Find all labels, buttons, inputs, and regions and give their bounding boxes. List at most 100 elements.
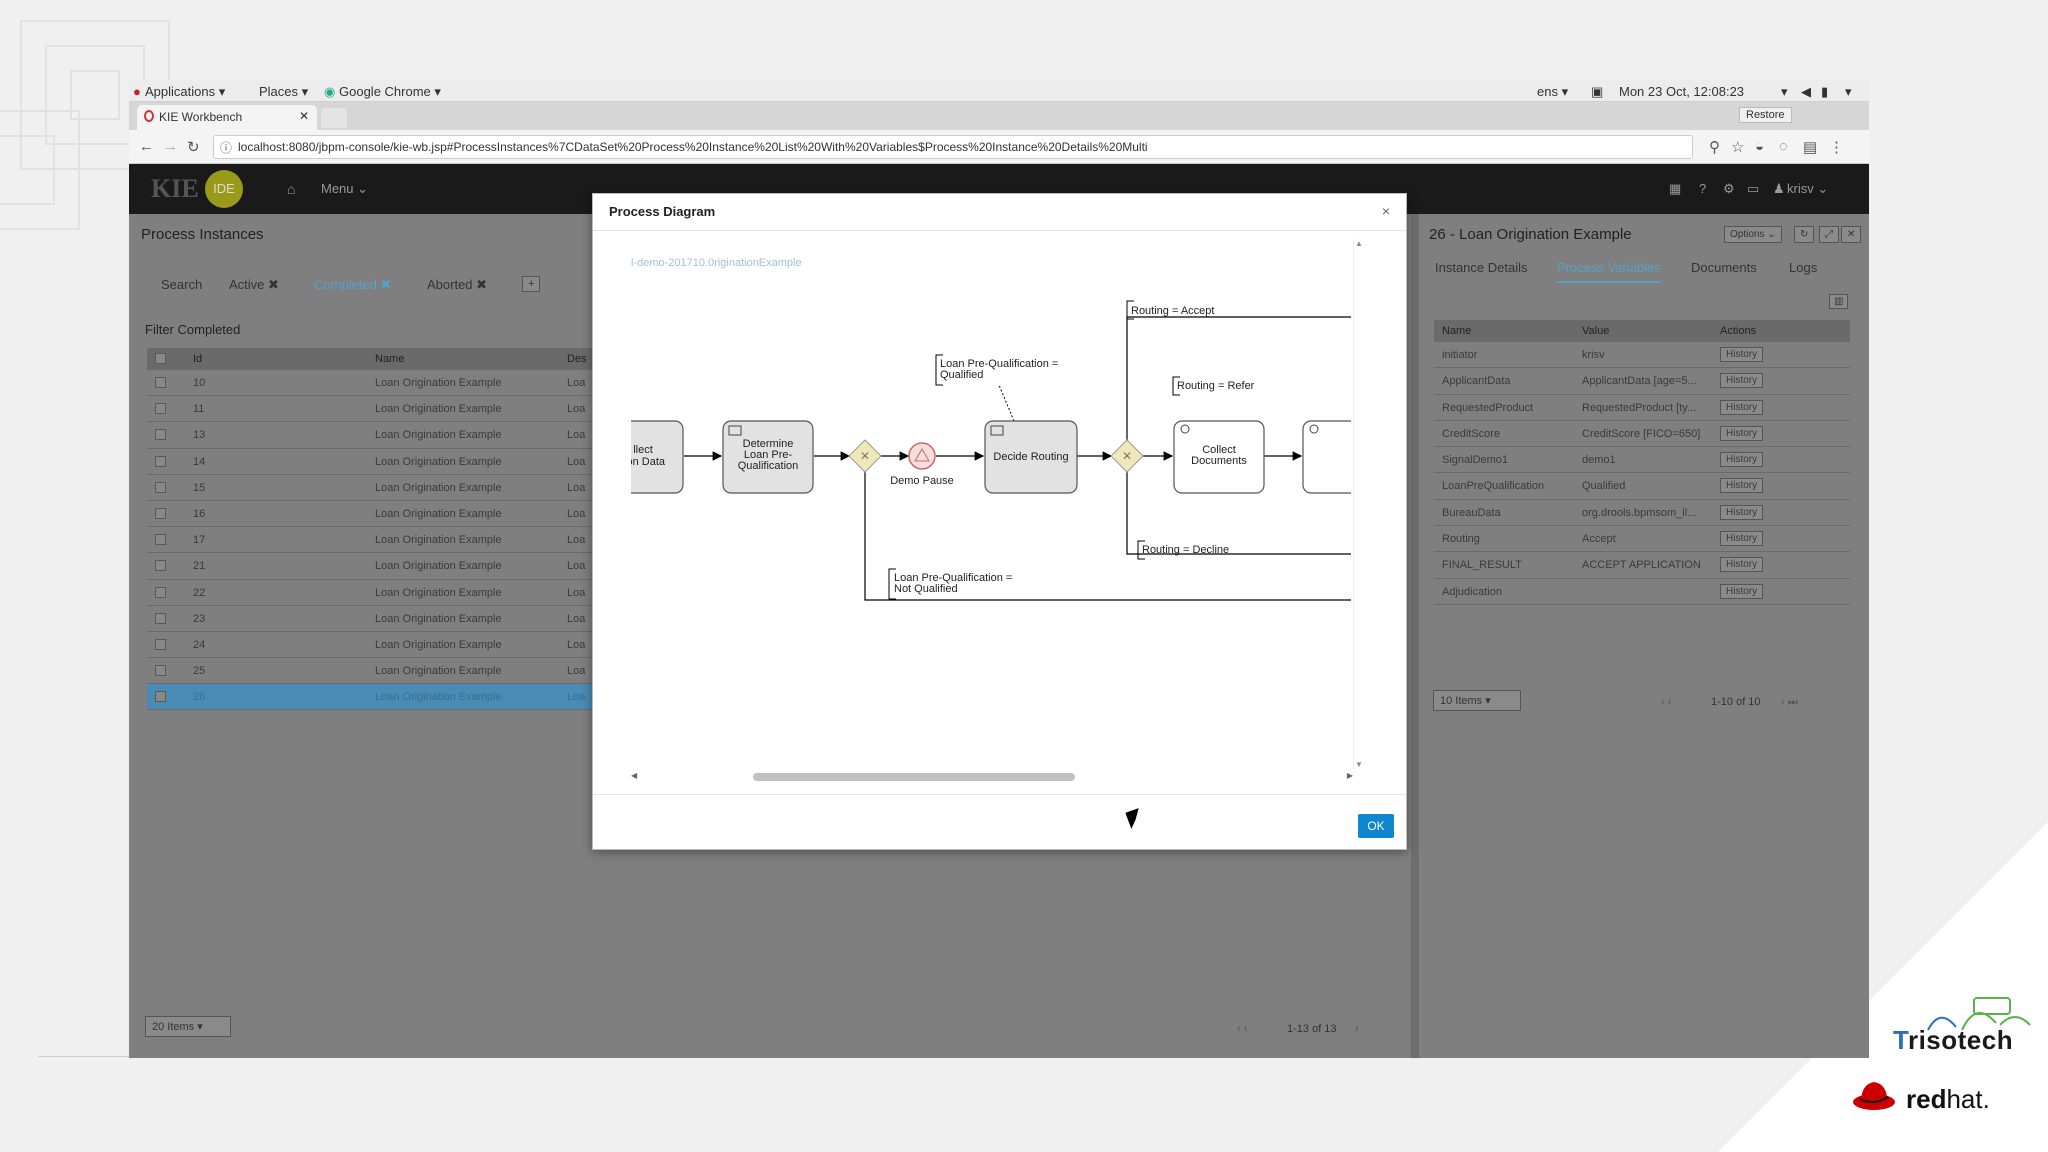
- table-row[interactable]: 10 Loan Origination Example Loa: [147, 370, 627, 397]
- left-pager-next[interactable]: ›: [1355, 1023, 1359, 1035]
- bpmn-diagram-viewport[interactable]: l-demo-201710.0riginationExample llect t…: [631, 239, 1351, 774]
- intermediate-event-demo-pause[interactable]: [908, 442, 936, 470]
- tab-instance-details[interactable]: Instance Details: [1435, 260, 1528, 275]
- back-arrow-icon[interactable]: ←: [139, 138, 154, 155]
- tab-kie-workbench[interactable]: KIE Workbench ✕: [137, 105, 317, 130]
- table-row[interactable]: 23 Loan Origination Example Loa: [147, 606, 627, 632]
- table-row[interactable]: 11 Loan Origination Example Loa: [147, 396, 627, 423]
- column-header-var-value[interactable]: Value: [1582, 325, 1712, 337]
- keyboard-layout[interactable]: ens ▾: [1537, 84, 1568, 100]
- row-checkbox[interactable]: [155, 665, 166, 677]
- table-row[interactable]: 13 Loan Origination Example Loa: [147, 422, 627, 449]
- window-restore-button[interactable]: Restore: [1739, 107, 1792, 123]
- clock[interactable]: Mon 23 Oct, 12:08:23: [1619, 84, 1744, 99]
- column-header-desc[interactable]: Des: [567, 353, 587, 365]
- history-button[interactable]: History: [1720, 557, 1764, 573]
- row-checkbox[interactable]: [155, 403, 166, 415]
- user-menu[interactable]: krisv ⌄: [1787, 181, 1828, 197]
- row-checkbox[interactable]: [155, 534, 166, 546]
- table-row[interactable]: 25 Loan Origination Example Loa: [147, 658, 627, 685]
- table-row[interactable]: 14 Loan Origination Example Loa: [147, 449, 627, 475]
- row-checkbox[interactable]: [155, 481, 166, 493]
- row-checkbox[interactable]: [155, 455, 166, 467]
- filter-tab-active[interactable]: Active ✖: [229, 277, 279, 293]
- history-button[interactable]: History: [1720, 531, 1764, 547]
- row-checkbox[interactable]: [155, 560, 166, 572]
- history-button[interactable]: History: [1720, 347, 1764, 362]
- table-row[interactable]: 22 Loan Origination Example Loa: [147, 580, 627, 606]
- right-pager-next[interactable]: › ⏭: [1781, 696, 1798, 709]
- extension-icon[interactable]: ◒: [1755, 138, 1764, 155]
- dialog-close-icon[interactable]: ×: [1382, 203, 1390, 219]
- row-checkbox[interactable]: [155, 586, 166, 598]
- row-checkbox[interactable]: [155, 638, 166, 650]
- ok-button[interactable]: OK: [1358, 814, 1394, 838]
- extension3-icon[interactable]: ▤: [1803, 138, 1817, 156]
- history-button[interactable]: History: [1720, 583, 1764, 599]
- row-checkbox[interactable]: [155, 691, 166, 703]
- table-row[interactable]: 16 Loan Origination Example Loa: [147, 501, 627, 528]
- maximize-icon[interactable]: ⤢: [1819, 226, 1839, 243]
- browser-menu[interactable]: Google Chrome ▾: [339, 84, 441, 100]
- tasks-icon[interactable]: ▭: [1747, 181, 1759, 197]
- history-button[interactable]: History: [1720, 478, 1764, 494]
- settings-gear-icon[interactable]: ⚙: [1723, 181, 1735, 197]
- filter-tab-search[interactable]: Search: [161, 277, 202, 292]
- diagram-horizontal-scrollbar[interactable]: ◀ ▶: [631, 770, 1353, 784]
- history-button[interactable]: History: [1720, 373, 1764, 389]
- column-header-var-name[interactable]: Name: [1442, 325, 1471, 337]
- row-checkbox[interactable]: [155, 507, 166, 519]
- right-page-size-select[interactable]: 10 Items ▾: [1433, 690, 1521, 711]
- horizontal-scroll-thumb[interactable]: [753, 773, 1075, 781]
- tab-close-icon[interactable]: ✕: [299, 109, 309, 123]
- chrome-menu-icon[interactable]: ⋮: [1829, 138, 1844, 156]
- history-button[interactable]: History: [1720, 504, 1764, 520]
- history-button[interactable]: History: [1720, 399, 1764, 415]
- diagram-vertical-scrollbar[interactable]: ▲ ▼: [1353, 239, 1365, 769]
- forward-arrow-icon[interactable]: →: [163, 138, 178, 155]
- row-checkbox[interactable]: [155, 377, 166, 388]
- tab-logs[interactable]: Logs: [1789, 260, 1817, 275]
- help-icon[interactable]: ?: [1699, 181, 1706, 196]
- column-header-name[interactable]: Name: [375, 353, 404, 365]
- tab-process-variables[interactable]: Process Variables: [1557, 260, 1661, 283]
- table-row[interactable]: 21 Loan Origination Example Loa: [147, 553, 627, 580]
- refresh-icon[interactable]: ↻: [1794, 226, 1815, 243]
- scroll-down-icon[interactable]: ▼: [1355, 760, 1363, 769]
- right-pager-prev[interactable]: ‹ ‹: [1661, 696, 1671, 708]
- row-checkbox[interactable]: [155, 429, 166, 441]
- address-bar[interactable]: ⓘ localhost:8080/jbpm-console/kie-wb.jsp…: [213, 135, 1693, 159]
- apps-grid-icon[interactable]: ▦: [1669, 181, 1681, 197]
- add-filter-button[interactable]: +: [522, 276, 541, 292]
- left-pager-prev[interactable]: ‹ ‹: [1237, 1023, 1247, 1035]
- row-checkbox[interactable]: [155, 612, 166, 624]
- history-button[interactable]: History: [1720, 452, 1764, 468]
- table-row[interactable]: 17 Loan Origination Example Loa: [147, 527, 627, 554]
- new-tab-button[interactable]: [321, 108, 347, 128]
- filter-tab-aborted[interactable]: Aborted ✖: [427, 277, 487, 293]
- tab-documents[interactable]: Documents: [1691, 260, 1757, 275]
- scroll-right-icon[interactable]: ▶: [1347, 771, 1353, 780]
- table-row[interactable]: 24 Loan Origination Example Loa: [147, 632, 627, 659]
- task-next-clipped[interactable]: [1302, 420, 1351, 494]
- filter-tab-completed[interactable]: Completed ✖: [314, 277, 391, 293]
- extension2-icon[interactable]: ◌: [1779, 138, 1788, 155]
- close-panel-icon[interactable]: ✕: [1841, 226, 1862, 243]
- panel-splitter[interactable]: [1411, 214, 1419, 1058]
- options-dropdown[interactable]: Options ⌄: [1724, 226, 1782, 243]
- main-menu[interactable]: Menu ⌄: [321, 181, 368, 197]
- left-page-size-select[interactable]: 20 Items ▾: [145, 1016, 231, 1037]
- scroll-left-icon[interactable]: ◀: [631, 771, 637, 780]
- select-all-checkbox[interactable]: [155, 353, 166, 364]
- places-menu[interactable]: Places ▾: [259, 84, 308, 100]
- system-menu-icon[interactable]: ▾: [1845, 84, 1852, 100]
- column-header-id[interactable]: Id: [193, 353, 202, 365]
- home-icon[interactable]: ⌂: [287, 181, 295, 197]
- history-button[interactable]: History: [1720, 425, 1764, 441]
- scroll-up-icon[interactable]: ▲: [1355, 239, 1363, 248]
- reload-icon[interactable]: ↻: [187, 138, 200, 156]
- pin-icon[interactable]: ⚲: [1709, 138, 1720, 156]
- applications-menu[interactable]: Applications ▾: [145, 84, 225, 100]
- table-row[interactable]: 15 Loan Origination Example Loa: [147, 475, 627, 501]
- column-picker-icon[interactable]: ▥: [1829, 294, 1849, 309]
